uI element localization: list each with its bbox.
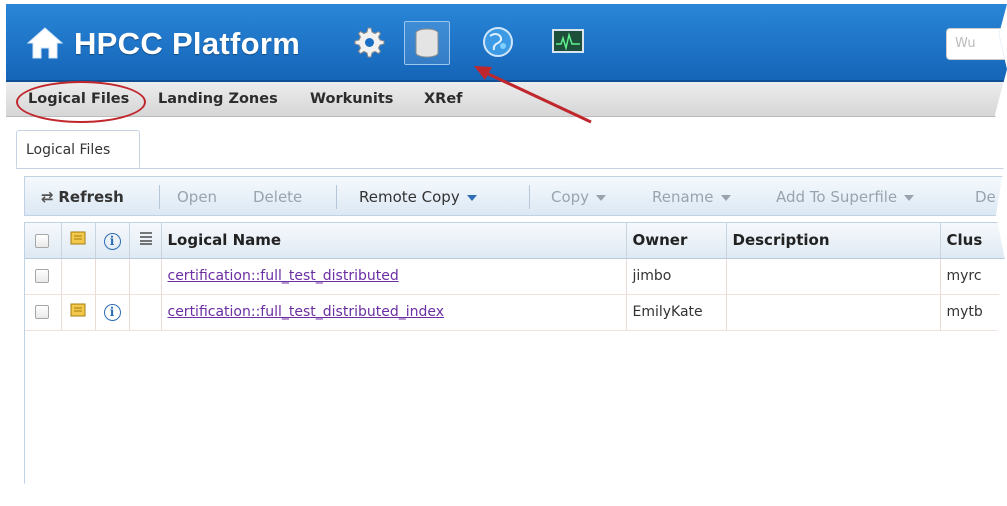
- info-column-header[interactable]: i: [95, 223, 130, 259]
- rename-button[interactable]: Rename: [652, 188, 731, 206]
- chevron-down-icon: [720, 194, 731, 201]
- chevron-down-icon: [466, 194, 477, 201]
- rename-label: Rename: [652, 188, 714, 206]
- superfile-cell: [61, 258, 96, 295]
- select-all-cell: [25, 223, 62, 259]
- database-icon[interactable]: [404, 21, 450, 65]
- search-placeholder: Wu: [955, 36, 976, 51]
- list-cell: [129, 258, 162, 295]
- menu-item-xref[interactable]: XRef: [424, 91, 463, 107]
- description-column-header[interactable]: Description: [726, 223, 941, 259]
- menu-item-landing-zones[interactable]: Landing Zones: [158, 91, 278, 107]
- add-to-superfile-label: Add To Superfile: [776, 188, 898, 206]
- open-button[interactable]: Open: [177, 188, 217, 206]
- row-checkbox[interactable]: [35, 269, 49, 283]
- info-cell: i: [95, 294, 130, 331]
- toolbar-separator: [159, 185, 160, 209]
- info-icon: i: [103, 232, 121, 250]
- files-table: i Logical Name Owner Description Clus ce…: [25, 223, 1007, 331]
- row-checkbox[interactable]: [35, 305, 49, 319]
- refresh-label: Refresh: [58, 188, 124, 206]
- superfile-icon: [70, 303, 85, 317]
- logical-name-link[interactable]: certification::full_test_distributed_ind…: [168, 304, 445, 320]
- toolbar: ⇄ Refresh Open Delete Remote Copy Copy R…: [24, 176, 1007, 216]
- list-icon: [139, 232, 152, 246]
- search-input[interactable]: Wu: [946, 28, 1007, 60]
- superfile-icon: [70, 231, 85, 245]
- table-header-row: i Logical Name Owner Description Clus: [25, 223, 1007, 259]
- refresh-button[interactable]: ⇄ Refresh: [41, 188, 124, 206]
- cluster-cell: myrc: [940, 258, 1007, 295]
- logical-name-column-header[interactable]: Logical Name: [161, 223, 627, 259]
- remote-copy-button[interactable]: Remote Copy: [359, 188, 477, 206]
- list-column-header[interactable]: [129, 223, 162, 259]
- owner-cell: jimbo: [626, 258, 727, 295]
- gear-icon[interactable]: [346, 21, 390, 63]
- menu-item-workunits[interactable]: Workunits: [310, 91, 393, 107]
- owner-column-header[interactable]: Owner: [626, 223, 727, 259]
- description-cell: [726, 294, 941, 331]
- row-select-cell: [25, 258, 62, 295]
- list-cell: [129, 294, 162, 331]
- home-icon[interactable]: [26, 26, 64, 60]
- logical-files-grid: i Logical Name Owner Description Clus ce…: [24, 222, 1007, 491]
- row-select-cell: [25, 294, 62, 331]
- cluster-cell: mytb: [940, 294, 1007, 331]
- delete-button[interactable]: Delete: [253, 188, 302, 206]
- globe-icon[interactable]: [476, 21, 520, 63]
- superfile-column-header[interactable]: [61, 223, 96, 259]
- more-button[interactable]: De: [975, 188, 996, 206]
- chevron-down-icon: [904, 194, 915, 201]
- refresh-icon: ⇄: [41, 188, 54, 206]
- chevron-down-icon: [596, 194, 607, 201]
- annotation-circle: [16, 81, 146, 123]
- remote-copy-label: Remote Copy: [359, 188, 460, 206]
- description-cell: [726, 258, 941, 295]
- toolbar-separator: [529, 185, 530, 209]
- info-icon[interactable]: i: [103, 303, 121, 321]
- add-to-superfile-button[interactable]: Add To Superfile: [776, 188, 915, 206]
- select-all-checkbox[interactable]: [35, 233, 49, 248]
- logical-name-link[interactable]: certification::full_test_distributed: [168, 268, 399, 284]
- tab-logical-files[interactable]: Logical Files: [16, 130, 140, 168]
- toolbar-separator: [336, 185, 337, 209]
- logical-name-cell: certification::full_test_distributed: [161, 258, 627, 295]
- monitor-icon[interactable]: [546, 21, 590, 63]
- screenshot-frame: HPCC Platform Wu Logical Files Landing Z…: [6, 4, 1007, 491]
- tab-label: Logical Files: [26, 142, 111, 158]
- info-cell: [95, 258, 130, 295]
- logical-name-cell: certification::full_test_distributed_ind…: [161, 294, 627, 331]
- tab-strip: Logical Files: [16, 124, 1007, 169]
- cluster-column-header[interactable]: Clus: [940, 223, 1007, 259]
- owner-cell: EmilyKate: [626, 294, 727, 331]
- table-row[interactable]: i certification::full_test_distributed_i…: [25, 294, 1007, 331]
- table-row[interactable]: certification::full_test_distributed jim…: [25, 258, 1007, 295]
- copy-button[interactable]: Copy: [551, 188, 607, 206]
- superfile-cell: [61, 294, 96, 331]
- annotation-arrow: [474, 66, 592, 124]
- app-title: HPCC Platform: [74, 26, 301, 61]
- copy-label: Copy: [551, 188, 590, 206]
